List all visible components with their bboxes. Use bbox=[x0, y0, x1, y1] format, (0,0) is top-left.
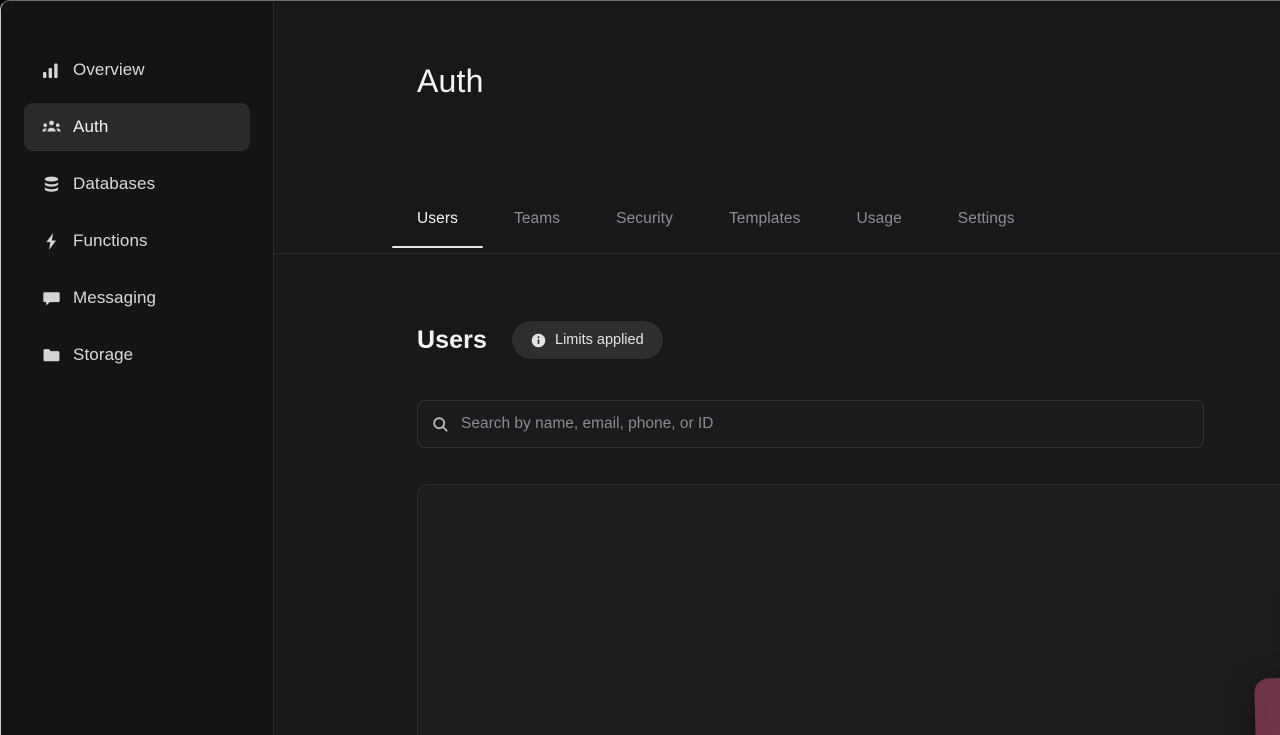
sidebar: Overview Auth Databases Functions Messag… bbox=[1, 1, 274, 735]
search-input[interactable] bbox=[461, 415, 1189, 433]
app-window: Overview Auth Databases Functions Messag… bbox=[0, 0, 1280, 735]
tab-settings[interactable]: Settings bbox=[958, 199, 1015, 228]
tab-usage[interactable]: Usage bbox=[856, 199, 901, 228]
tab-bar: Users Teams Security Templates Usage Set… bbox=[274, 199, 1280, 254]
sidebar-item-databases[interactable]: Databases bbox=[24, 160, 250, 208]
page-title: Auth bbox=[417, 63, 484, 99]
users-group-icon bbox=[41, 117, 61, 137]
sidebar-item-label: Messaging bbox=[73, 288, 157, 307]
limits-applied-badge[interactable]: Limits applied bbox=[512, 321, 663, 359]
sidebar-item-storage[interactable]: Storage bbox=[24, 331, 250, 379]
bar-chart-icon bbox=[41, 60, 61, 80]
sidebar-nav-list: Overview Auth Databases Functions Messag… bbox=[1, 46, 273, 379]
search-bar[interactable] bbox=[417, 400, 1204, 448]
sidebar-item-label: Auth bbox=[73, 117, 109, 136]
section-title: Users bbox=[417, 325, 487, 354]
sidebar-item-label: Functions bbox=[73, 231, 148, 250]
tab-templates[interactable]: Templates bbox=[729, 199, 801, 228]
sidebar-item-functions[interactable]: Functions bbox=[24, 217, 250, 265]
sidebar-item-auth[interactable]: Auth bbox=[24, 103, 250, 151]
tab-users[interactable]: Users bbox=[392, 199, 483, 248]
users-results-card bbox=[417, 484, 1280, 735]
sidebar-item-label: Storage bbox=[73, 345, 134, 364]
section-header: Users Limits applied bbox=[417, 321, 663, 359]
sidebar-item-overview[interactable]: Overview bbox=[24, 46, 250, 94]
speech-bubble-icon bbox=[41, 288, 61, 308]
sidebar-item-label: Overview bbox=[73, 60, 145, 79]
folder-icon bbox=[41, 345, 61, 365]
search-icon bbox=[432, 416, 449, 433]
sidebar-item-label: Databases bbox=[73, 174, 156, 193]
main-content: Auth Users Teams Security Templates Usag… bbox=[274, 1, 1280, 735]
badge-label: Limits applied bbox=[555, 332, 644, 348]
tab-teams[interactable]: Teams bbox=[514, 199, 560, 228]
sidebar-item-messaging[interactable]: Messaging bbox=[24, 274, 250, 322]
database-icon bbox=[41, 174, 61, 194]
tab-security[interactable]: Security bbox=[616, 199, 673, 228]
lightning-bolt-icon bbox=[41, 231, 61, 251]
info-icon bbox=[531, 333, 546, 348]
